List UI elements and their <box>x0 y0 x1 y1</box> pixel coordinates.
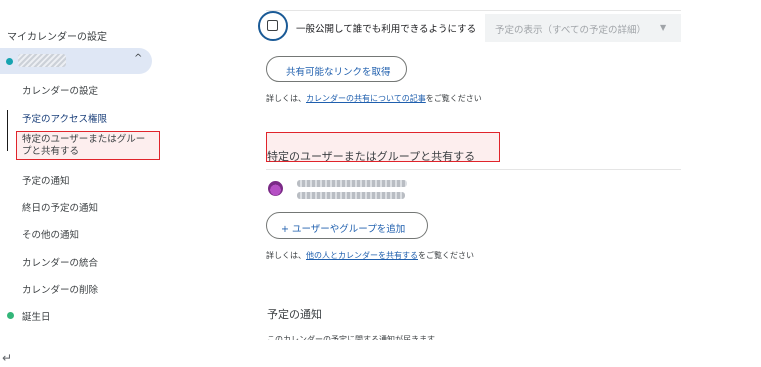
share-with-specific-people-title: 特定のユーザーまたはグループと共有する <box>267 150 476 163</box>
add-people-label: + ユーザーやグループを追加 <box>281 224 406 235</box>
add-people-button[interactable]: + ユーザーやグループを追加 <box>266 212 428 239</box>
chevron-up-icon[interactable]: ^ <box>134 53 142 64</box>
help-text-share-calendar: 詳しくは、他の人とカレンダーを共有するをご覧ください <box>266 250 474 261</box>
sidebar-item-label-line1: 特定のユーザーまたはグルー <box>22 134 146 145</box>
my-calendars-settings-heading: マイカレンダーの設定 <box>7 32 107 43</box>
user-avatar <box>268 181 283 196</box>
dropdown-arrow-icon: ▼ <box>660 23 667 32</box>
sharing-article-link[interactable]: カレンダーの共有についての記事 <box>306 94 426 103</box>
calendar-color-dot <box>6 58 13 65</box>
sidebar-item-share-with-specific-people[interactable]: 特定のユーザーまたはグルー プと共有する <box>22 134 145 158</box>
sidebar-item-access-permissions[interactable]: 予定のアクセス権限 <box>22 111 107 125</box>
user-name-redacted <box>297 180 407 187</box>
section-divider <box>266 169 681 170</box>
get-shareable-link-button[interactable]: 共有可能なリンクを取得 <box>266 56 407 82</box>
sidebar-item-label-line2: プと共有する <box>22 146 80 157</box>
sidebar-item-remove-calendar[interactable]: カレンダーの削除 <box>22 282 98 296</box>
sidebar-item-birthdays[interactable]: 誕生日 <box>22 309 51 323</box>
active-section-indicator <box>7 110 8 151</box>
get-shareable-link-label: 共有可能なリンクを取得 <box>286 67 391 78</box>
public-checkbox[interactable] <box>267 20 278 31</box>
help-text-suffix: をご覧ください <box>418 251 474 260</box>
help-text-suffix: をご覧ください <box>425 94 482 103</box>
settings-sidebar: マイカレンダーの設定 ^ カレンダーの設定 予定のアクセス権限 特定のユーザーま… <box>0 0 160 340</box>
public-checkbox-label: 一般公開して誰でも利用できるようにする <box>296 24 477 35</box>
calendar-entry-expanded[interactable]: ^ <box>0 48 152 74</box>
top-divider <box>266 10 681 11</box>
sidebar-item-all-day-notifications[interactable]: 終日の予定の通知 <box>22 200 98 214</box>
help-text-prefix: 詳しくは、 <box>266 94 306 103</box>
sidebar-item-event-notifications[interactable]: 予定の通知 <box>22 173 70 187</box>
help-text-prefix: 詳しくは、 <box>266 251 306 260</box>
return-arrow-icon: ↵ <box>2 351 13 365</box>
birthday-color-dot <box>7 312 14 319</box>
help-text-sharing-article: 詳しくは、カレンダーの共有についての記事をご覧ください <box>266 93 482 104</box>
share-calendar-link[interactable]: 他の人とカレンダーを共有する <box>306 251 418 260</box>
event-notifications-title: 予定の通知 <box>267 308 322 321</box>
sidebar-item-calendar-settings[interactable]: カレンダーの設定 <box>22 83 98 97</box>
visibility-select[interactable]: 予定の表示（すべての予定の詳細） ▼ <box>485 14 681 42</box>
visibility-select-value: 予定の表示（すべての予定の詳細） <box>495 25 646 36</box>
sidebar-item-other-notifications[interactable]: その他の通知 <box>22 227 79 241</box>
sidebar-item-integrate-calendar[interactable]: カレンダーの統合 <box>22 255 98 269</box>
event-notifications-description: このカレンダーの予定に関する通知が届きます <box>267 335 435 340</box>
user-email-redacted <box>297 192 405 199</box>
calendar-name-redacted <box>18 54 66 67</box>
